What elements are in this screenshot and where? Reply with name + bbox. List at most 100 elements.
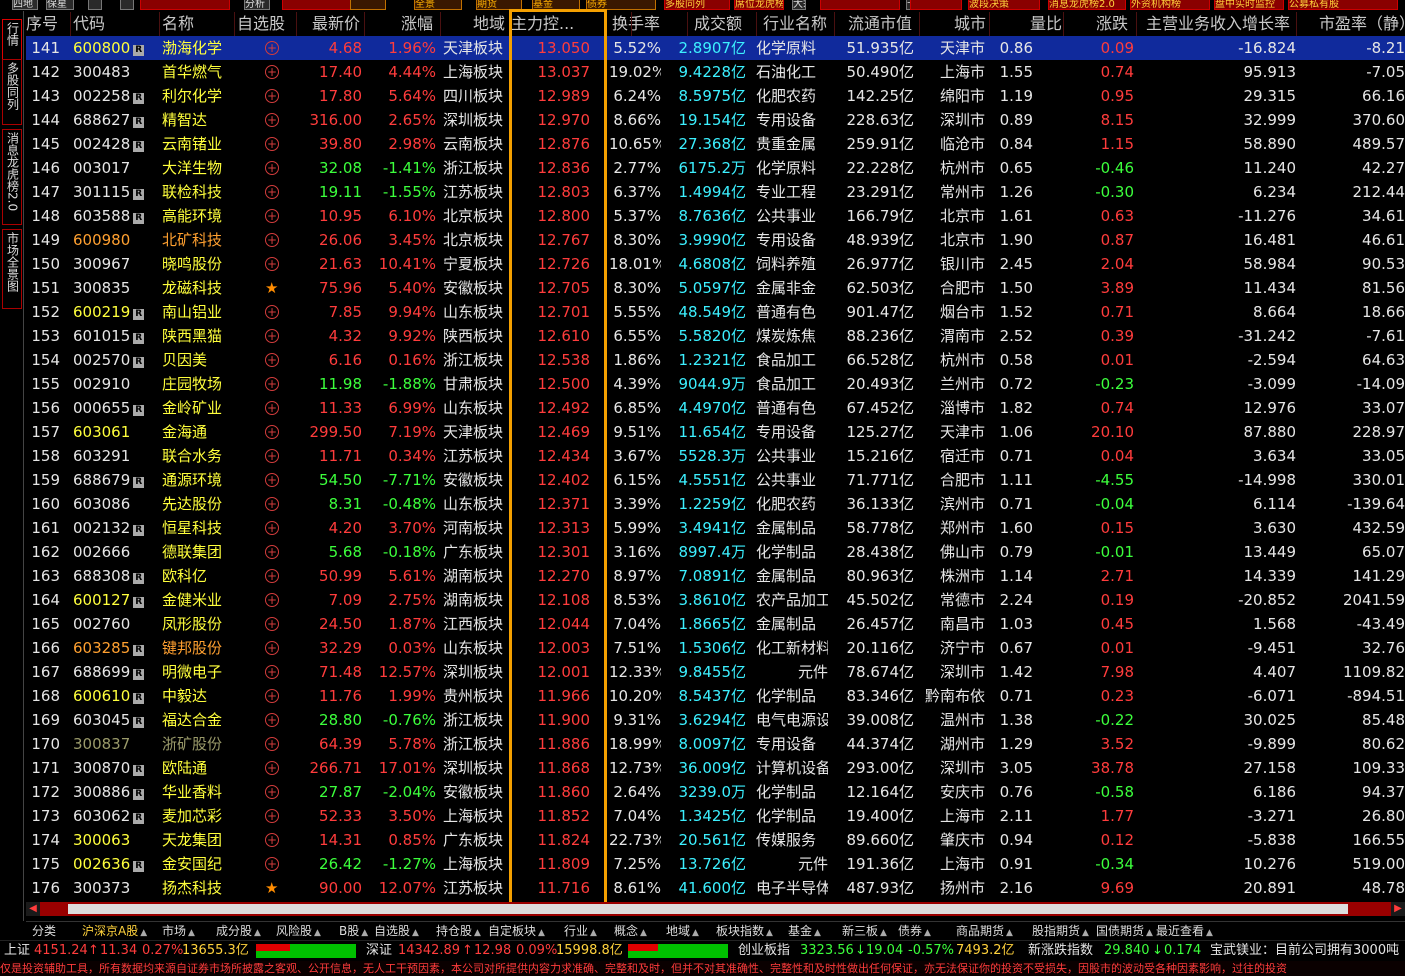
add-favorite-icon[interactable]: + (265, 137, 279, 151)
stock-code[interactable]: 600610 (73, 687, 130, 705)
column-header[interactable]: 涨跌 (1096, 12, 1146, 36)
stock-code[interactable]: 002570 (73, 351, 130, 369)
stock-code[interactable]: 603588 (73, 207, 130, 225)
stock-code[interactable]: 002428 (73, 135, 130, 153)
column-header[interactable]: 涨幅 (401, 12, 473, 36)
add-favorite-icon[interactable]: + (265, 185, 279, 199)
stock-code[interactable]: 688627 (73, 111, 130, 129)
cell-name[interactable]: 金岭矿业 (162, 396, 232, 420)
stock-code[interactable]: 603061 (73, 423, 130, 441)
category-tab[interactable]: 最近查看 ▲ (1156, 922, 1213, 942)
toolbar-button[interactable] (820, 0, 900, 10)
cell-name[interactable]: 华业香料 (162, 780, 232, 804)
cell-name[interactable]: 南山铝业 (162, 300, 232, 324)
add-favorite-icon[interactable]: + (265, 641, 279, 655)
column-header[interactable]: 行业名称 (763, 12, 848, 36)
column-header[interactable]: 成交额 (694, 12, 763, 36)
category-tab[interactable]: 商品期货 ▲ (956, 922, 1013, 942)
stock-code[interactable]: 600980 (73, 231, 130, 249)
cell-name[interactable]: 龙磁科技 (162, 276, 232, 300)
cell-name[interactable]: 首华燃气 (162, 60, 232, 84)
cell-name[interactable]: 陕西黑猫 (162, 324, 232, 348)
category-tab[interactable]: 行业 ▲ (564, 922, 597, 942)
toolbar-button[interactable]: 基金 (532, 0, 580, 10)
stock-code[interactable]: 002760 (73, 615, 130, 633)
toolbar-button[interactable]: 席位龙虎榜 (734, 0, 784, 10)
category-tab[interactable]: 市场 ▲ (162, 922, 195, 942)
cell-name[interactable]: 恒星科技 (162, 516, 232, 540)
cell-name[interactable]: 欧陆通 (162, 756, 232, 780)
cell-name[interactable]: 北矿科技 (162, 228, 232, 252)
add-favorite-icon[interactable]: + (265, 617, 279, 631)
scroll-thumb[interactable] (68, 904, 1348, 914)
category-tab[interactable]: 分类 (32, 922, 56, 940)
column-header[interactable]: 主营业务收入增长率 (1146, 12, 1319, 36)
category-tab[interactable]: 自定板块 ▲ (488, 922, 545, 942)
stock-code[interactable]: 300373 (73, 879, 130, 897)
stock-code[interactable]: 688679 (73, 471, 130, 489)
stock-code[interactable]: 300870 (73, 759, 130, 777)
sh-index-label[interactable]: 上证 (4, 941, 30, 961)
table-row[interactable]: 161 002132 R 恒星科技 +4.20 3.70% 河南板块 12.313 5.99% 3… (26, 516, 1405, 540)
cell-name[interactable]: 金安国纪 (162, 852, 232, 876)
cell-name[interactable]: 高能环境 (162, 204, 232, 228)
table-row[interactable]: 147 301115 R 联检科技 +19.11 -1.55% 江苏板块 12.803 6.37… (26, 180, 1405, 204)
column-header[interactable]: 城市 (954, 12, 1030, 36)
table-row[interactable]: 157 603061 金海通 +299.50 7.19% 天津板块 12.469 9.51% 1… (26, 420, 1405, 444)
toolbar-button[interactable] (910, 0, 962, 10)
add-favorite-icon[interactable]: + (265, 713, 279, 727)
add-favorite-icon[interactable]: + (265, 113, 279, 127)
stock-code[interactable]: 600219 (73, 303, 130, 321)
category-tab[interactable]: 沪深京A股 ▲ (82, 922, 147, 942)
toolbar-button[interactable] (350, 0, 386, 10)
table-row[interactable]: 168 600610 R 中毅达 +11.76 1.99% 贵州板块 11.966 10.20%… (26, 684, 1405, 708)
favorite-star-icon[interactable]: ★ (265, 879, 278, 897)
stock-code[interactable]: 300063 (73, 831, 130, 849)
table-row[interactable]: 160 603086 先达股份 +8.31 -0.48% 山东板块 12.371 3.39% 1… (26, 492, 1405, 516)
table-row[interactable]: 174 300063 天龙集团 +14.31 0.85% 广东板块 11.824 22.73%… (26, 828, 1405, 852)
table-row[interactable]: 150 300967 晓鸣股份 +21.63 10.41% 宁夏板块 12.726 18.01… (26, 252, 1405, 276)
table-row[interactable]: 149 600980 北矿科技 +26.06 3.45% 北京板块 12.767 8.30% 3… (26, 228, 1405, 252)
stock-code[interactable]: 000655 (73, 399, 130, 417)
add-favorite-icon[interactable]: + (265, 209, 279, 223)
add-favorite-icon[interactable]: + (265, 377, 279, 391)
table-row[interactable]: 156 000655 R 金岭矿业 +11.33 6.99% 山东板块 12.492 6.85%… (26, 396, 1405, 420)
add-favorite-icon[interactable]: + (265, 65, 279, 79)
toolbar-button[interactable]: 四地 (12, 0, 38, 10)
stock-code[interactable]: 300837 (73, 735, 130, 753)
toolbar-button[interactable]: 债券 (586, 0, 656, 10)
add-favorite-icon[interactable]: + (265, 233, 279, 247)
side-tab-multi-stock[interactable]: 多股同列 (2, 59, 22, 125)
cell-name[interactable]: 凤形股份 (162, 612, 232, 636)
sz-index-label[interactable]: 深证 (366, 941, 392, 961)
stock-code[interactable]: 603285 (73, 639, 130, 657)
table-row[interactable]: 163 688308 R 欧科亿 +50.99 5.61% 湖南板块 12.270 8.97% 7… (26, 564, 1405, 588)
category-tab[interactable]: 板块指数 ▲ (716, 922, 773, 942)
category-tab[interactable]: 国债期货 ▲ (1096, 922, 1153, 942)
toolbar-button[interactable]: 盘中实时监控 (1214, 0, 1284, 10)
stock-code[interactable]: 601015 (73, 327, 130, 345)
table-row[interactable]: 141 600800 R 渤海化学 +4.68 1.96% 天津板块 13.050 5.52% 2… (26, 36, 1405, 60)
cell-name[interactable]: 键邦股份 (162, 636, 232, 660)
table-row[interactable]: 165 002760 凤形股份 +24.50 1.87% 江西板块 12.044 7.04% 1… (26, 612, 1405, 636)
table-row[interactable]: 159 688679 R 通源环境 +54.50 -7.71% 安徽板块 12.402 6.15… (26, 468, 1405, 492)
add-favorite-icon[interactable]: + (265, 809, 279, 823)
stock-code[interactable]: 002258 (73, 87, 130, 105)
table-row[interactable]: 176 300373 扬杰科技 ★ 90.00 12.07% 江苏板块 11.716 8.61%… (26, 876, 1405, 900)
cell-name[interactable]: 浙矿股份 (162, 732, 232, 756)
add-favorite-icon[interactable]: + (265, 41, 279, 55)
stock-code[interactable]: 300835 (73, 279, 130, 297)
table-row[interactable]: 175 002636 R 金安国纪 +26.42 -1.27% 上海板块 11.809 7.25… (26, 852, 1405, 876)
table-row[interactable]: 146 003017 大洋生物 +32.08 -1.41% 浙江板块 12.836 2.77%… (26, 156, 1405, 180)
column-header[interactable]: 自选股 (237, 12, 312, 36)
stock-code[interactable]: 300886 (73, 783, 130, 801)
cell-name[interactable]: 渤海化学 (162, 36, 232, 60)
category-tab[interactable]: 地域 ▲ (666, 922, 699, 942)
table-row[interactable]: 154 002570 R 贝因美 +6.16 0.16% 浙江板块 12.538 1.86% 1.… (26, 348, 1405, 372)
add-favorite-icon[interactable]: + (265, 353, 279, 367)
table-row[interactable]: 148 603588 R 高能环境 +10.95 6.10% 北京板块 12.800 5.37%… (26, 204, 1405, 228)
stock-code[interactable]: 002910 (73, 375, 130, 393)
add-favorite-icon[interactable]: + (265, 497, 279, 511)
side-tab-market-map[interactable]: 市场全景图 (2, 229, 22, 309)
cell-name[interactable]: 金海通 (162, 420, 232, 444)
